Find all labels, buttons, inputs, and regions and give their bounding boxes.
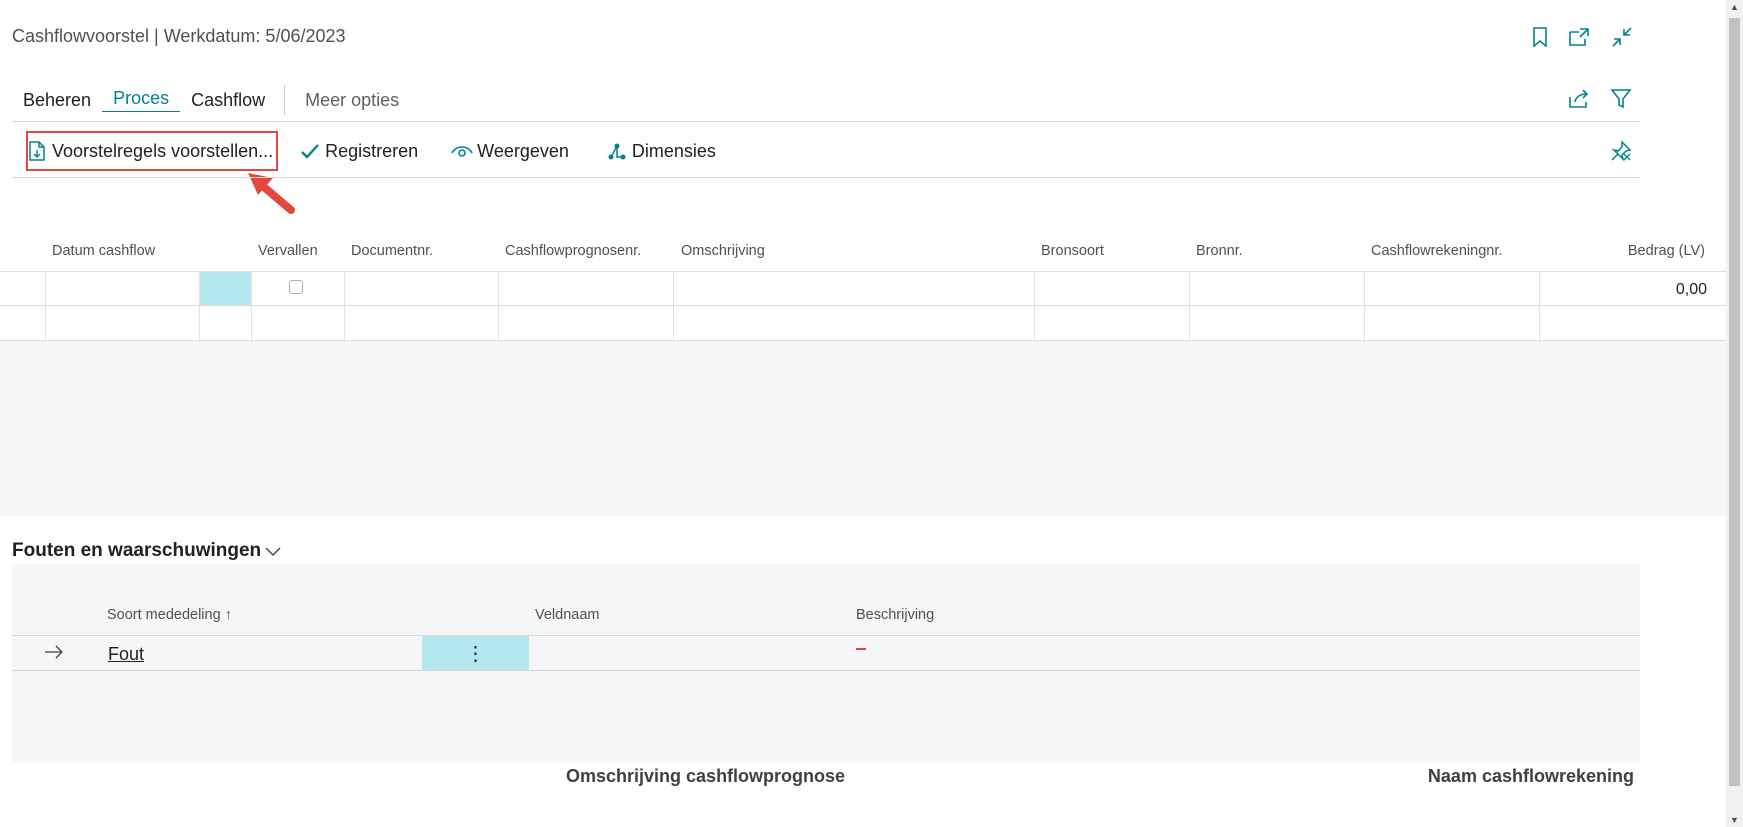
col-header-bronnr[interactable]: Bronnr. — [1196, 243, 1243, 259]
share-icon[interactable] — [1567, 86, 1591, 112]
errors-row-line — [12, 670, 1640, 671]
dimensions-icon — [606, 140, 628, 162]
col-header-vervallen[interactable]: Vervallen — [258, 243, 318, 259]
eye-icon — [451, 140, 473, 162]
col-header-bronsoort[interactable]: Bronsoort — [1041, 243, 1104, 259]
highlight-box — [26, 131, 278, 171]
col-header-prognosenr[interactable]: Cashflowprognosenr. — [505, 243, 641, 259]
col-header-omschrijving[interactable]: Omschrijving — [681, 243, 765, 259]
dimensions-button[interactable]: Dimensies — [606, 140, 716, 162]
show-button[interactable]: Weergeven — [451, 140, 569, 162]
grid-col-line — [673, 272, 674, 340]
menu-item-more-options[interactable]: Meer opties — [294, 90, 410, 111]
action-menu: Beheren Proces Cashflow Meer opties — [12, 85, 410, 115]
errors-section-title[interactable]: Fouten en waarschuwingen — [12, 540, 282, 562]
col-header-bedrag[interactable]: Bedrag (LV) — [1628, 243, 1705, 259]
arrow-right-icon — [44, 645, 64, 664]
grid-header-line — [0, 271, 1726, 272]
grid-col-line — [1034, 272, 1035, 340]
col-header-rekeningnr[interactable]: Cashflowrekeningnr. — [1371, 243, 1502, 259]
message-type-link[interactable]: Fout — [108, 644, 144, 665]
row-menu-button[interactable]: ⋮ — [422, 636, 529, 670]
grid-col-line — [1539, 272, 1540, 340]
post-label: Registreren — [325, 140, 419, 161]
grid-col-line — [498, 272, 499, 340]
col-header-soort[interactable]: Soort mededeling ↑ — [107, 607, 232, 623]
chevron-down-icon — [264, 545, 282, 557]
grid-col-line — [1364, 272, 1365, 340]
bookmark-icon[interactable] — [1528, 24, 1552, 50]
grid-col-line — [45, 272, 46, 340]
errors-section-label: Fouten en waarschuwingen — [12, 540, 262, 561]
scroll-up-icon[interactable]: ▲ — [1726, 0, 1743, 14]
col-header-datum[interactable]: Datum cashflow — [52, 243, 155, 259]
col-header-soort-label: Soort mededeling — [107, 607, 221, 623]
errors-header-line — [12, 635, 1640, 636]
menu-item-beheren[interactable]: Beheren — [12, 90, 102, 111]
col-header-veldnaam[interactable]: Veldnaam — [535, 607, 600, 623]
post-button[interactable]: Registreren — [299, 140, 418, 162]
col-header-documentnr[interactable]: Documentnr. — [351, 243, 433, 259]
menu-divider-line — [12, 121, 1640, 122]
col-header-beschrijving[interactable]: Beschrijving — [856, 607, 934, 623]
filter-icon[interactable] — [1609, 86, 1633, 112]
errors-panel — [12, 564, 1640, 762]
open-new-window-icon[interactable] — [1567, 24, 1591, 50]
vervallen-checkbox[interactable] — [289, 280, 303, 294]
show-label: Weergeven — [477, 140, 569, 161]
row-selector-cell[interactable] — [200, 272, 251, 305]
dimensions-label: Dimensies — [631, 140, 716, 161]
pin-icon[interactable] — [1609, 138, 1633, 164]
grid-col-line — [1189, 272, 1190, 340]
checkmark-icon — [299, 140, 321, 162]
menu-item-cashflow[interactable]: Cashflow — [180, 90, 276, 111]
bedrag-cell[interactable]: 0,00 — [1676, 281, 1707, 299]
grid-empty-area — [0, 341, 1726, 516]
footer-rekening-label: Naam cashflowrekening — [1427, 766, 1634, 786]
scroll-down-icon[interactable]: ▼ — [1726, 813, 1743, 827]
menu-divider — [284, 85, 286, 115]
error-marker — [856, 648, 866, 650]
sort-arrow-icon: ↑ — [224, 607, 232, 623]
page-title: Cashflowvoorstel | Werkdatum: 5/06/2023 — [12, 26, 346, 46]
footer-omschrijving-label: Omschrijving cashflowprognose — [566, 766, 846, 786]
grid-col-line — [344, 272, 345, 340]
scrollbar-thumb[interactable] — [1729, 18, 1740, 786]
grid-row-line — [0, 305, 1726, 306]
grid-col-line — [251, 272, 252, 340]
collapse-icon[interactable] — [1610, 24, 1634, 50]
action-bar-divider — [12, 177, 1640, 178]
menu-item-proces[interactable]: Proces — [102, 88, 181, 112]
